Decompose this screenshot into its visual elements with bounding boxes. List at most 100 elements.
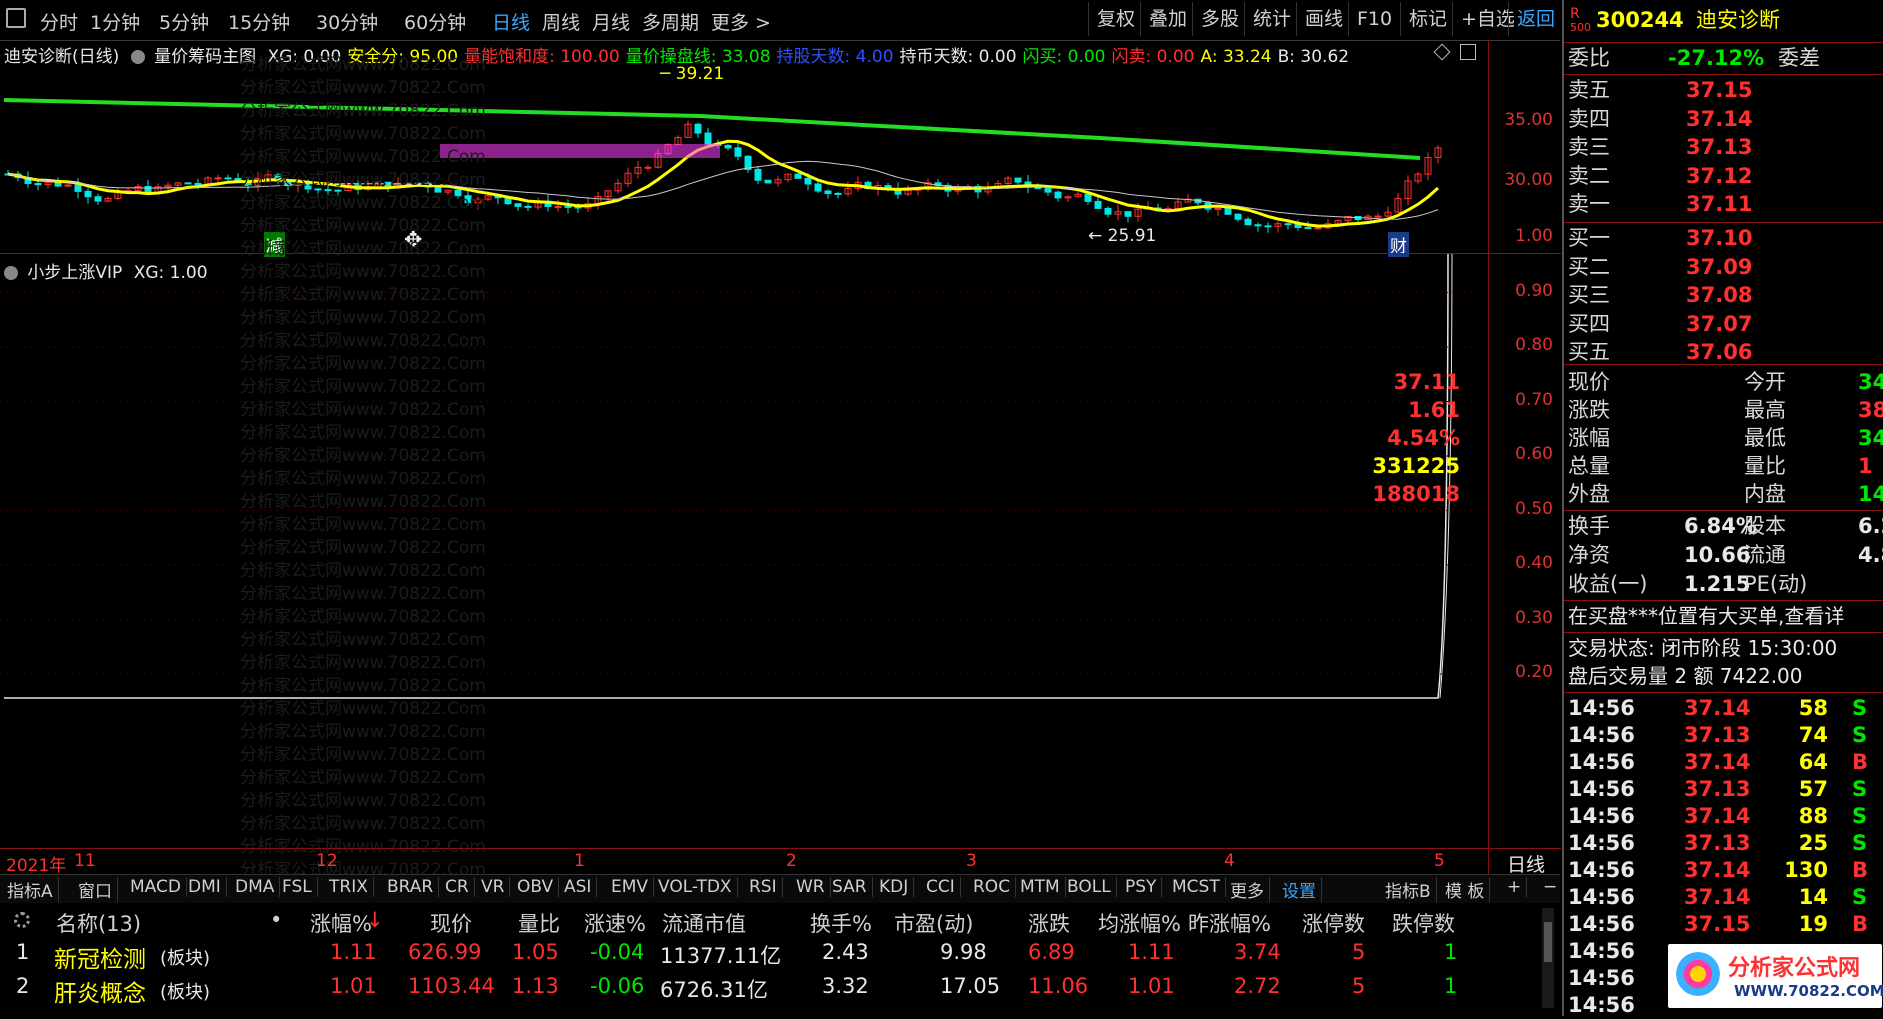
stat-label: 总量 <box>1568 454 1610 478</box>
col-header-4[interactable]: 量比 <box>518 908 560 938</box>
period-tab-7[interactable]: 周线 <box>542 8 580 35</box>
col-header-13[interactable]: 跌停数 <box>1392 908 1455 938</box>
period-tab-0[interactable]: 分时 <box>40 8 78 35</box>
indicator-tab-0[interactable]: 指标A <box>2 877 59 902</box>
sub-tick-4: 0.60 <box>1515 444 1553 464</box>
table-scrollbar[interactable] <box>1542 908 1554 1008</box>
col-header-8[interactable]: 市盈(动) <box>894 908 973 938</box>
col-header-1[interactable]: • <box>270 908 282 932</box>
indicator-tab-20[interactable]: MTM <box>1015 877 1066 897</box>
col-header-6[interactable]: 流通市值 <box>662 908 746 938</box>
tool-button-4[interactable]: 画线 <box>1296 2 1351 36</box>
col-header-7[interactable]: 换手% <box>810 908 872 938</box>
bid-label: 买三 <box>1568 283 1610 307</box>
indicator-tab-10[interactable]: OBV <box>512 877 560 897</box>
cell-price: 1103.44 <box>408 974 495 998</box>
indicator-tab-11[interactable]: ASI <box>559 877 598 897</box>
ask-row-0[interactable]: 卖五 37.15 <box>1568 76 1752 104</box>
period-tab-5[interactable]: 60分钟 <box>404 8 466 35</box>
notice-text[interactable]: 在买盘***位置有大买单,查看详 <box>1568 602 1844 630</box>
col-header-5[interactable]: 涨速% <box>584 908 646 938</box>
period-tab-6[interactable]: 日线 <box>492 8 530 35</box>
bid-row-3[interactable]: 买四 37.07 <box>1568 310 1752 338</box>
indicator-tab-23[interactable]: MCST <box>1167 877 1226 897</box>
col-header-10[interactable]: 均涨幅% <box>1098 908 1181 938</box>
stat2-label: 收益(一) <box>1568 572 1648 596</box>
col-header-9[interactable]: 涨跌 <box>1028 908 1070 938</box>
ask-row-3[interactable]: 卖二 37.12 <box>1568 162 1752 190</box>
indicator-tab-12[interactable]: EMV <box>606 877 655 897</box>
indicator-tab-13[interactable]: VOL-TDX <box>653 877 738 897</box>
col-header-3[interactable]: 现价 <box>430 908 472 938</box>
ask-row-1[interactable]: 卖四 37.14 <box>1568 105 1752 133</box>
tabs-right-0[interactable]: 指标B <box>1380 877 1437 902</box>
indicator-tab-21[interactable]: BOLL <box>1062 877 1117 897</box>
ask-row-4[interactable]: 卖一 37.11 <box>1568 190 1752 218</box>
indicator-tab-25[interactable]: 设置 <box>1277 877 1322 902</box>
bid-label: 买四 <box>1568 311 1610 336</box>
tabs-right-2[interactable]: + <box>1502 877 1528 897</box>
period-tab-9[interactable]: 多周期 <box>642 8 699 35</box>
tool-button-0[interactable]: 复权 <box>1088 2 1143 36</box>
period-tab-3[interactable]: 15分钟 <box>228 8 290 35</box>
indicator-tab-15[interactable]: WR <box>791 877 831 897</box>
sub-indicator-chart[interactable]: 小步上涨VIP XG: 1.00 <box>0 253 1488 846</box>
ask-label: 卖二 <box>1568 163 1610 188</box>
window-menu-icon[interactable] <box>6 8 26 28</box>
indicator-tab-3[interactable]: DMI <box>183 877 227 897</box>
col-header-2[interactable]: 涨幅% <box>310 908 372 938</box>
period-tab-2[interactable]: 5分钟 <box>159 8 209 35</box>
tool-button-6[interactable]: 标记 <box>1400 2 1455 36</box>
stat-value: 188018 <box>1372 482 1460 506</box>
site-logo: 分析家公式网 WWW.70822.COM <box>1668 944 1883 1008</box>
cell-diff: 11.06 <box>1028 974 1089 998</box>
indicator-tab-22[interactable]: PSY <box>1120 877 1163 897</box>
tool-button-3[interactable]: 统计 <box>1244 2 1299 36</box>
stat-row-1: 涨跌 1.61 最高 38 <box>1408 396 1883 424</box>
bid-row-4[interactable]: 买五 37.06 <box>1568 338 1752 366</box>
period-tab-8[interactable]: 月线 <box>592 8 630 35</box>
indicator-tab-19[interactable]: ROC <box>968 877 1017 897</box>
tool-button-5[interactable]: F10 <box>1348 2 1400 36</box>
indicator-tab-1[interactable]: 窗口 <box>73 877 118 902</box>
table-row[interactable]: 1 新冠检测 (板块) 1.11 626.99 1.05 -0.04 11377.11亿 2.4… <box>0 938 1540 973</box>
indicator-tab-9[interactable]: VR <box>476 877 511 897</box>
tabs-right-3[interactable]: − <box>1538 877 1564 897</box>
indicator-tab-6[interactable]: TRIX <box>324 877 374 897</box>
tabs-right-1[interactable]: 模 板 <box>1440 877 1491 902</box>
period-indicator[interactable]: 日线 <box>1507 850 1545 877</box>
tick-time: 14:56 <box>1568 939 1635 963</box>
indicator-tab-17[interactable]: KDJ <box>874 877 915 897</box>
period-tab-1[interactable]: 1分钟 <box>90 8 140 35</box>
tick-price: 37.14 <box>1684 696 1751 720</box>
table-row[interactable]: 2 肝炎概念 (板块) 1.01 1103.44 1.13 -0.06 6726.31亿 3.3… <box>0 972 1540 1007</box>
indicator-tab-5[interactable]: FSL <box>277 877 318 897</box>
tool-button-2[interactable]: 多股 <box>1192 2 1247 36</box>
price-tick-0: 35.00 <box>1504 110 1553 130</box>
indicator-tab-4[interactable]: DMA <box>230 877 281 897</box>
col-header-12[interactable]: 涨停数 <box>1302 908 1365 938</box>
main-kline-chart[interactable]: 迪安诊断(日线) 量价筹码主图 XG: 0.00 安全分: 95.00 量能饱和度:… <box>0 40 1488 257</box>
ask-row-2[interactable]: 卖三 37.13 <box>1568 133 1752 161</box>
col-header-11[interactable]: 昨涨幅% <box>1188 908 1271 938</box>
tick-price: 37.13 <box>1684 777 1751 801</box>
bid-row-0[interactable]: 买一 37.10 <box>1568 224 1752 252</box>
stat2-value2: 6.2 <box>1858 514 1883 538</box>
stat-value2: 1432 <box>1858 482 1883 506</box>
tool-button-8[interactable]: 返回 <box>1508 2 1563 36</box>
indicator-tab-14[interactable]: RSI <box>744 877 783 897</box>
bid-row-1[interactable]: 买二 37.09 <box>1568 253 1752 281</box>
col-header-0[interactable]: 名称(13) <box>56 908 141 938</box>
tool-button-1[interactable]: 叠加 <box>1140 2 1195 36</box>
indicator-tab-7[interactable]: BRAR <box>382 877 440 897</box>
indicator-tab-2[interactable]: MACD <box>125 877 187 897</box>
period-tab-4[interactable]: 30分钟 <box>316 8 378 35</box>
stat2-value: 1.215 <box>1684 572 1751 596</box>
indicator-tab-8[interactable]: CR <box>440 877 475 897</box>
bid-row-2[interactable]: 买三 37.08 <box>1568 281 1752 309</box>
indicator-tab-24[interactable]: 更多 <box>1225 877 1270 902</box>
table-settings-icon[interactable] <box>14 912 30 928</box>
indicator-tab-16[interactable]: SAR <box>827 877 873 897</box>
period-tab-10[interactable]: 更多 > <box>711 8 771 35</box>
indicator-tab-18[interactable]: CCI <box>921 877 961 897</box>
